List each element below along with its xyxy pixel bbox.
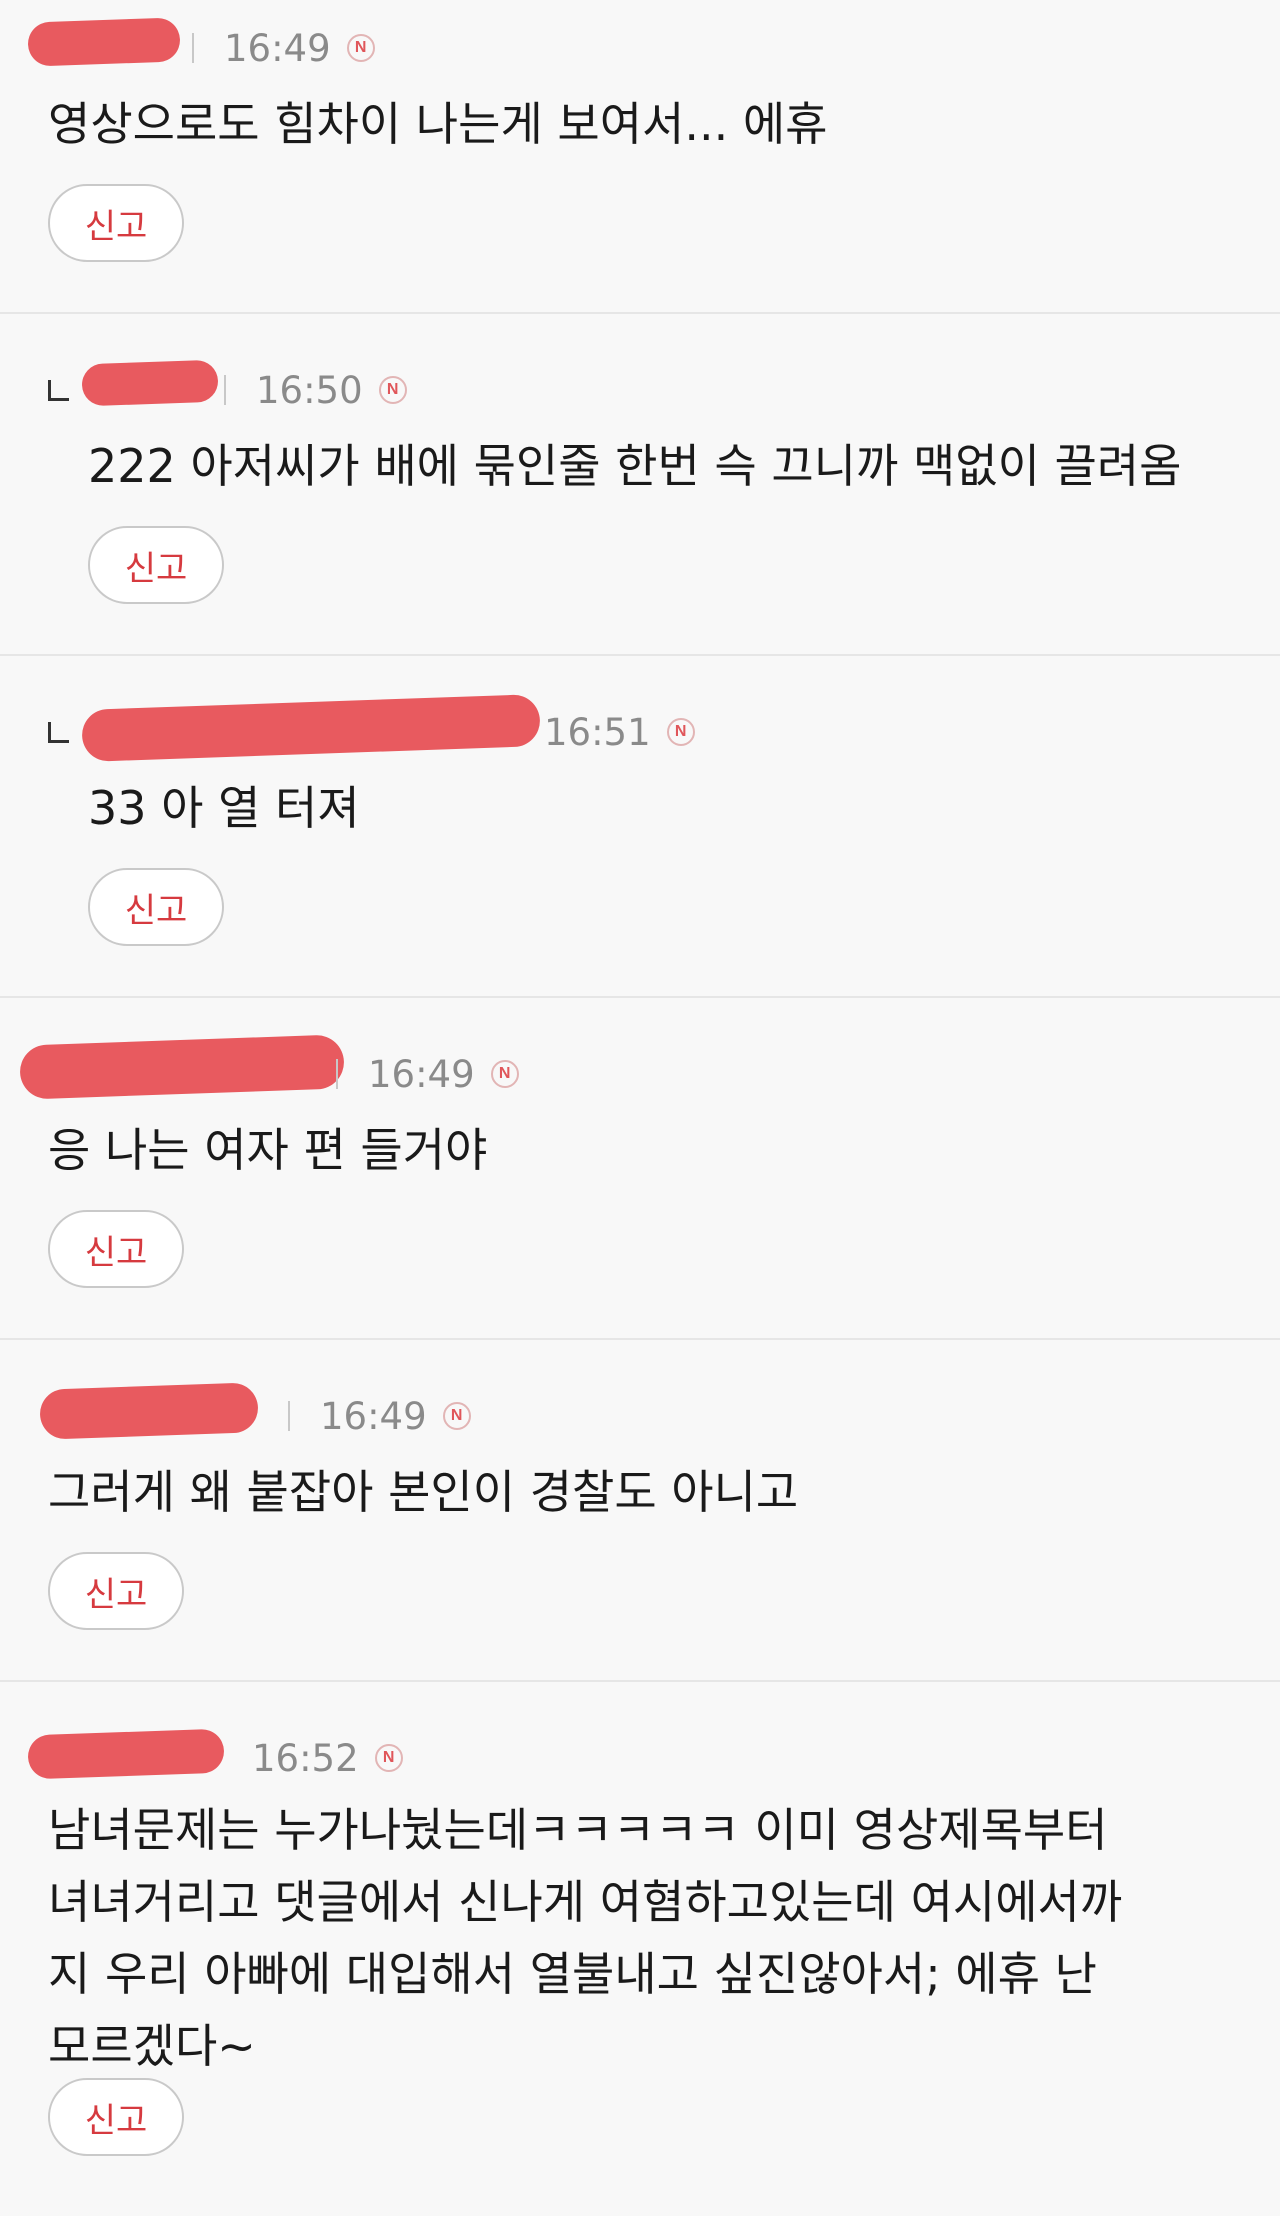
comment-time: 16:49 bbox=[368, 1052, 475, 1096]
report-button[interactable]: 신고 bbox=[48, 1210, 184, 1288]
report-button[interactable]: 신고 bbox=[48, 2078, 184, 2156]
redacted-username bbox=[81, 694, 541, 762]
reply-arrow-icon bbox=[48, 380, 69, 401]
report-button[interactable]: 신고 bbox=[88, 868, 224, 946]
comment-item: 16:49 N 영상으로도 힘차이 나는게 보여서... 에휴 신고 bbox=[0, 0, 1280, 314]
comment-time: 16:49 bbox=[224, 26, 331, 70]
separator bbox=[224, 375, 226, 405]
comment-text: 그러게 왜 붙잡아 본인이 경찰도 아니고 bbox=[48, 1465, 799, 1519]
comment-time: 16:49 bbox=[320, 1394, 427, 1438]
new-badge-icon: N bbox=[346, 34, 375, 62]
comment-meta: 16:50 N bbox=[224, 368, 407, 412]
comment-text: 응 나는 여자 편 들거야 bbox=[48, 1123, 488, 1177]
comment-meta: 16:51 N bbox=[544, 710, 695, 754]
new-badge-icon: N bbox=[378, 376, 407, 404]
comment-item: 16:51 N 33 아 열 터져 신고 bbox=[0, 656, 1280, 998]
report-button[interactable]: 신고 bbox=[48, 1552, 184, 1630]
comment-time: 16:52 bbox=[252, 1736, 359, 1780]
new-badge-icon: N bbox=[490, 1060, 519, 1088]
redacted-username bbox=[27, 17, 181, 67]
comment-time: 16:50 bbox=[256, 368, 363, 412]
comment-item: 16:52 N 남녀문제는 누가나눴는데ㅋㅋㅋㅋㅋ 이미 영상제목부터 녀녀거리… bbox=[0, 1682, 1280, 2216]
new-badge-icon: N bbox=[442, 1402, 471, 1430]
reply-arrow-icon bbox=[48, 722, 69, 743]
comment-item: 16:49 N 응 나는 여자 편 들거야 신고 bbox=[0, 998, 1280, 1340]
comment-item: 16:49 N 그러게 왜 붙잡아 본인이 경찰도 아니고 신고 bbox=[0, 1340, 1280, 1682]
comment-text: 33 아 열 터져 bbox=[88, 781, 360, 835]
report-button[interactable]: 신고 bbox=[88, 526, 224, 604]
comment-text: 남녀문제는 누가나눴는데ㅋㅋㅋㅋㅋ 이미 영상제목부터 녀녀거리고 댓글에서 신… bbox=[48, 1803, 1123, 2073]
comment-meta: 16:49 N bbox=[336, 1052, 519, 1096]
separator bbox=[192, 33, 194, 63]
redacted-username bbox=[19, 1034, 345, 1100]
redacted-username bbox=[81, 359, 219, 407]
redacted-username bbox=[39, 1382, 259, 1440]
comment-meta: 16:52 N bbox=[252, 1736, 403, 1780]
redacted-username bbox=[27, 1728, 225, 1780]
comment-text: 222 아저씨가 배에 묶인줄 한번 슥 끄니까 맥없이 끌려옴 bbox=[88, 439, 1182, 493]
comment-text: 영상으로도 힘차이 나는게 보여서... 에휴 bbox=[48, 97, 828, 151]
comment-time: 16:51 bbox=[544, 710, 651, 754]
new-badge-icon: N bbox=[666, 718, 695, 746]
separator bbox=[336, 1059, 338, 1089]
report-button[interactable]: 신고 bbox=[48, 184, 184, 262]
comment-meta: 16:49 N bbox=[192, 26, 375, 70]
separator bbox=[288, 1401, 290, 1431]
comment-item: 16:50 N 222 아저씨가 배에 묶인줄 한번 슥 끄니까 맥없이 끌려옴… bbox=[0, 314, 1280, 656]
comment-meta: 16:49 N bbox=[288, 1394, 471, 1438]
new-badge-icon: N bbox=[374, 1744, 403, 1772]
